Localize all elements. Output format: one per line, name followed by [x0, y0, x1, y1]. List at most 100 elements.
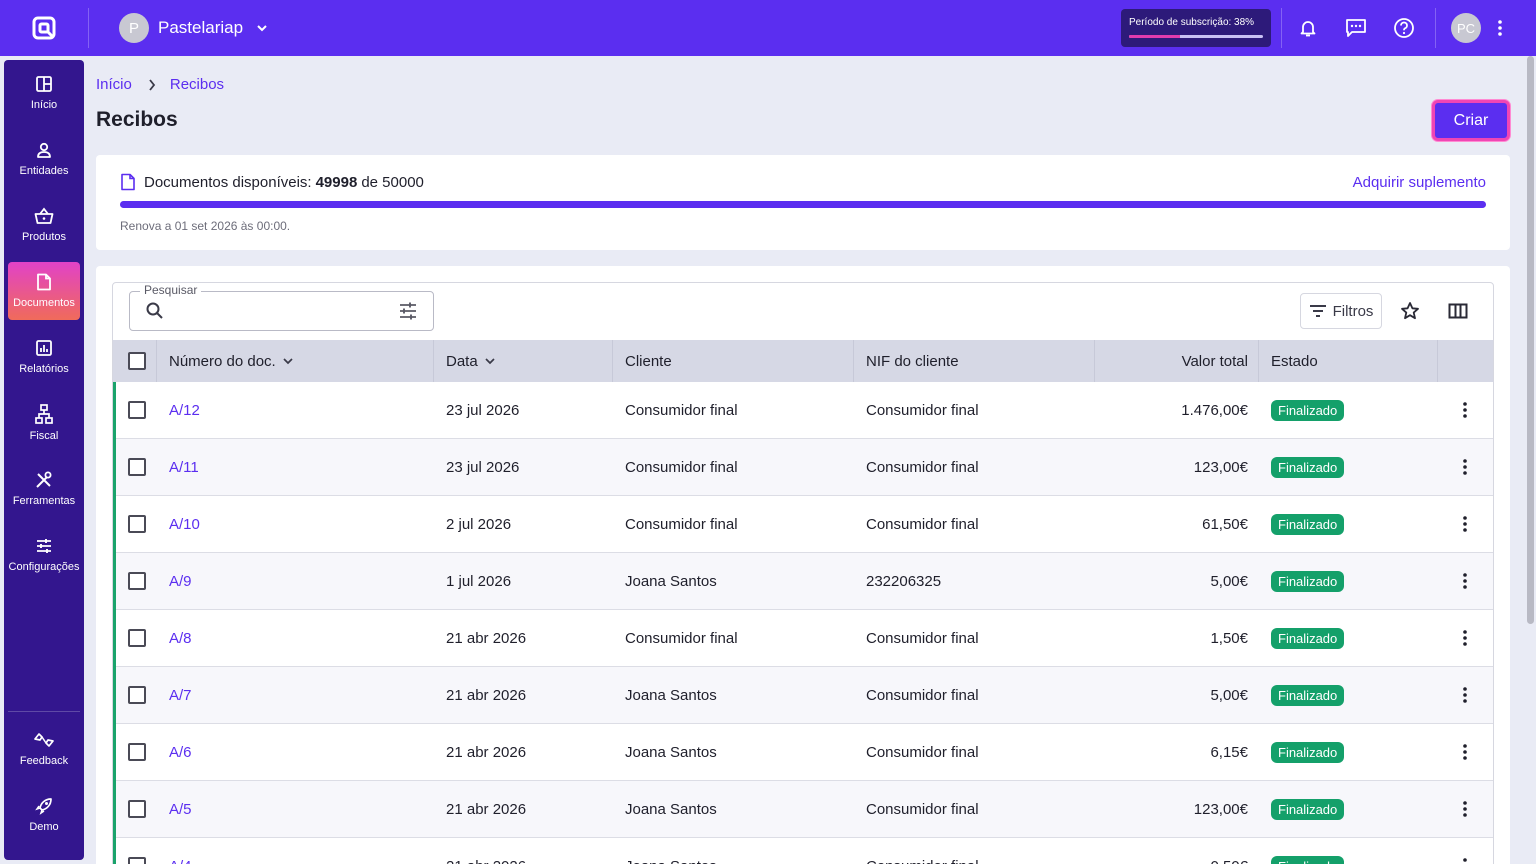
table-row[interactable]: A/9 1 jul 2026 Joana Santos 232206325 5,00€ F… — [113, 553, 1493, 610]
column-header-label: NIF do cliente — [866, 352, 959, 370]
column-divider — [433, 340, 434, 382]
cell-client: Consumidor final — [625, 629, 738, 647]
acquire-addon-link[interactable]: Adquirir suplemento — [1353, 174, 1486, 191]
breadcrumb-home[interactable]: Início — [96, 76, 132, 93]
table-row[interactable]: A/6 21 abr 2026 Joana Santos Consumidor fin… — [113, 724, 1493, 781]
bell-icon[interactable] — [1296, 16, 1320, 40]
table-row[interactable]: A/7 21 abr 2026 Joana Santos Consumidor fin… — [113, 667, 1493, 724]
more-vertical-icon[interactable] — [1462, 743, 1468, 761]
cell-doc-number[interactable]: A/11 — [169, 439, 199, 495]
row-checkbox-cell — [128, 667, 146, 723]
cell-doc-number[interactable]: A/4 — [169, 838, 192, 864]
column-header-client[interactable]: Cliente — [625, 340, 672, 382]
more-vertical-icon[interactable] — [1462, 800, 1468, 818]
status-badge: Finalizado — [1271, 456, 1345, 478]
documents-progress-fill — [120, 201, 1486, 208]
breadcrumb-current[interactable]: Recibos — [170, 76, 224, 93]
cell-nif: Consumidor final — [866, 800, 979, 818]
columns-icon[interactable] — [1446, 299, 1470, 323]
search-label: Pesquisar — [140, 283, 202, 297]
table-row[interactable]: A/4 21 abr 2026 Joana Santos Consumidor fin… — [113, 838, 1493, 864]
row-checkbox[interactable] — [128, 800, 146, 818]
documents-quota-label: Documentos disponíveis: — [144, 173, 312, 191]
column-header-nif[interactable]: NIF do cliente — [866, 340, 959, 382]
row-checkbox[interactable] — [128, 629, 146, 647]
chat-icon[interactable] — [1344, 16, 1368, 40]
more-vertical-icon[interactable] — [1462, 629, 1468, 647]
sort-chevron-icon — [484, 356, 496, 366]
column-header-total[interactable]: Valor total — [1107, 340, 1248, 382]
cell-doc-number[interactable]: A/8 — [169, 610, 192, 666]
cell-doc-number[interactable]: A/5 — [169, 781, 192, 837]
table-row[interactable]: A/5 21 abr 2026 Joana Santos Consumidor fin… — [113, 781, 1493, 838]
topbar-divider — [1281, 8, 1282, 48]
sidebar-item-ferramentas[interactable]: Ferramentas — [8, 460, 80, 518]
topbar-divider — [88, 8, 89, 48]
column-header-date[interactable]: Data — [446, 340, 496, 382]
row-actions-cell — [1462, 439, 1468, 495]
sidebar-item-demo[interactable]: Demo — [8, 786, 80, 844]
cell-doc-number[interactable]: A/6 — [169, 724, 192, 780]
row-checkbox[interactable] — [128, 686, 146, 704]
row-checkbox[interactable] — [128, 857, 146, 864]
more-vertical-icon[interactable] — [1462, 401, 1468, 419]
more-vertical-icon[interactable] — [1462, 515, 1468, 533]
table-row[interactable]: A/8 21 abr 2026 Consumidor final Consumidor… — [113, 610, 1493, 667]
row-checkbox[interactable] — [128, 515, 146, 533]
cell-doc-number[interactable]: A/7 — [169, 667, 192, 723]
company-switcher[interactable]: P Pastelariap — [119, 13, 269, 43]
table-row[interactable]: A/11 23 jul 2026 Consumidor final Consumido… — [113, 439, 1493, 496]
more-vertical-icon[interactable] — [1462, 572, 1468, 590]
sidebar-item-relatorios[interactable]: Relatórios — [8, 328, 80, 386]
more-vertical-icon[interactable] — [1462, 686, 1468, 704]
sidebar-item-produtos[interactable]: Produtos — [8, 196, 80, 254]
table-row[interactable]: A/10 2 jul 2026 Consumidor final Consumidor… — [113, 496, 1493, 553]
cell-total: 0,50€ — [1107, 838, 1248, 864]
row-status-accent — [113, 724, 116, 781]
cell-status: Finalizado — [1271, 439, 1345, 495]
row-checkbox[interactable] — [128, 743, 146, 761]
row-checkbox[interactable] — [128, 458, 146, 476]
search-field[interactable]: Pesquisar — [129, 283, 434, 331]
row-actions-cell — [1462, 781, 1468, 837]
app-logo[interactable] — [0, 0, 88, 56]
select-all-checkbox[interactable] — [128, 352, 146, 370]
cell-doc-number[interactable]: A/10 — [169, 496, 200, 552]
cell-client: Joana Santos — [625, 800, 717, 818]
cell-doc-number[interactable]: A/12 — [169, 382, 200, 438]
row-checkbox-cell — [128, 610, 146, 666]
row-checkbox-cell — [128, 382, 146, 438]
tune-icon[interactable] — [398, 301, 418, 321]
cell-nif: 232206325 — [866, 572, 942, 590]
topbar-divider — [1435, 8, 1436, 48]
sidebar-item-fiscal[interactable]: Fiscal — [8, 394, 80, 452]
chevron-down-icon — [255, 21, 269, 35]
column-header-number[interactable]: Número do doc. — [169, 340, 294, 382]
sidebar-item-feedback[interactable]: Feedback — [8, 720, 80, 778]
cell-date: 1 jul 2026 — [446, 572, 512, 590]
create-button[interactable]: Criar — [1432, 100, 1510, 141]
status-badge: Finalizado — [1271, 513, 1345, 535]
user-avatar[interactable]: PC — [1451, 13, 1481, 43]
sidebar-item-inicio[interactable]: Início — [8, 64, 80, 122]
more-vertical-icon[interactable] — [1462, 857, 1468, 864]
row-checkbox[interactable] — [128, 572, 146, 590]
cell-doc-number[interactable]: A/9 — [169, 553, 192, 609]
filter-lines-icon — [1309, 305, 1326, 317]
sidebar-item-documentos[interactable]: Documentos — [8, 262, 80, 320]
search-input[interactable] — [174, 300, 384, 322]
basket-icon — [34, 207, 54, 224]
column-header-status[interactable]: Estado — [1271, 340, 1318, 382]
column-header-label: Valor total — [1181, 352, 1248, 370]
table-row[interactable]: A/12 23 jul 2026 Consumidor final Consumido… — [113, 382, 1493, 439]
more-vertical-icon[interactable] — [1462, 458, 1468, 476]
star-icon[interactable] — [1398, 299, 1422, 323]
more-vertical-icon[interactable] — [1488, 16, 1512, 40]
sidebar-item-entidades[interactable]: Entidades — [8, 130, 80, 188]
subscription-period[interactable]: Período de subscrição: 38% — [1121, 9, 1271, 47]
row-checkbox[interactable] — [128, 401, 146, 419]
sidebar-item-configuracoes[interactable]: Configurações — [8, 526, 80, 584]
page-scrollbar[interactable] — [1527, 56, 1534, 624]
filters-button[interactable]: Filtros — [1300, 293, 1382, 329]
help-icon[interactable] — [1392, 16, 1416, 40]
